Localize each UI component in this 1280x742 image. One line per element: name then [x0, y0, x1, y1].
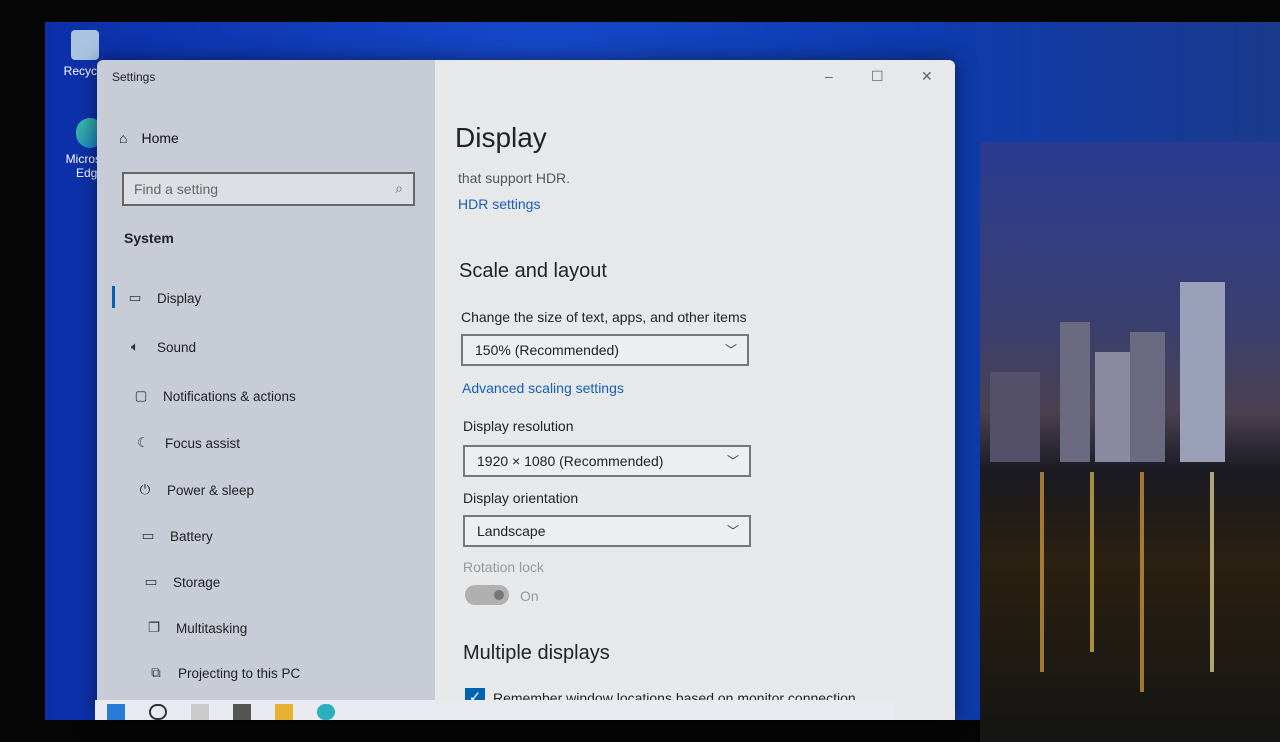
- search-icon[interactable]: [149, 704, 167, 720]
- resolution-label: Display resolution: [463, 418, 574, 434]
- orientation-dropdown[interactable]: Landscape ﹀: [463, 515, 751, 547]
- maximize-button[interactable]: ☐: [871, 68, 884, 85]
- close-button[interactable]: ✕: [921, 68, 933, 85]
- monitor-icon: ▭: [128, 290, 142, 305]
- multiple-displays-heading: Multiple displays: [463, 642, 610, 664]
- sidebar-item-notifications[interactable]: ▢ Notifications & actions: [133, 388, 296, 404]
- widgets-icon[interactable]: [233, 704, 251, 720]
- chevron-down-icon: ﹀: [724, 343, 737, 357]
- sidebar-item-battery[interactable]: ▭ Battery: [140, 528, 213, 544]
- battery-icon: ▭: [141, 528, 155, 543]
- sidebar-item-display[interactable]: ▭ Display: [127, 290, 202, 306]
- sidebar-item-projecting[interactable]: ⧉ Projecting to this PC: [148, 665, 300, 681]
- sidebar-home[interactable]: ⌂ Home: [119, 130, 179, 146]
- rotation-lock-label: Rotation lock: [463, 559, 544, 575]
- search-icon: ⌕: [395, 180, 403, 196]
- rotation-lock-toggle[interactable]: [465, 585, 509, 605]
- recycle-bin-icon: [71, 30, 99, 60]
- edge-icon[interactable]: [317, 704, 335, 720]
- page-title: Display: [455, 122, 547, 153]
- rotation-lock-state: On: [520, 588, 539, 604]
- hdr-settings-link[interactable]: HDR settings: [458, 196, 540, 212]
- chevron-down-icon: ﹀: [726, 524, 739, 538]
- hdr-text: that support HDR.: [458, 170, 571, 186]
- scale-dropdown[interactable]: 150% (Recommended) ﹀: [461, 334, 749, 366]
- section-heading: System: [124, 230, 174, 246]
- settings-window: Settings ⌂ Home Find a setting ⌕ System …: [97, 60, 955, 720]
- resolution-dropdown[interactable]: 1920 × 1080 (Recommended) ﹀: [463, 445, 751, 477]
- home-icon: ⌂: [119, 130, 128, 146]
- speaker-icon: 🔈︎: [130, 339, 140, 354]
- advanced-scaling-link[interactable]: Advanced scaling settings: [462, 380, 624, 396]
- scale-layout-heading: Scale and layout: [459, 260, 607, 282]
- orientation-label: Display orientation: [463, 490, 579, 506]
- multitasking-icon: ❐: [147, 620, 161, 635]
- moon-icon: ☾: [136, 435, 150, 450]
- notification-icon: ▢: [134, 388, 148, 403]
- storage-icon: ▭: [144, 574, 158, 589]
- display-content: – ☐ ✕ Display that support HDR. HDR sett…: [435, 60, 955, 720]
- sidebar-item-focus-assist[interactable]: ☾ Focus assist: [135, 435, 240, 451]
- projecting-icon: ⧉: [151, 665, 161, 680]
- sidebar-item-storage[interactable]: ▭ Storage: [143, 574, 221, 590]
- scale-label: Change the size of text, apps, and other…: [461, 309, 747, 325]
- search-input[interactable]: Find a setting ⌕: [122, 172, 415, 206]
- chevron-down-icon: ﹀: [726, 454, 739, 468]
- city-wallpaper: [980, 142, 1280, 742]
- selection-indicator: [112, 286, 115, 308]
- task-view-icon[interactable]: [191, 704, 209, 720]
- sidebar: Settings ⌂ Home Find a setting ⌕ System …: [97, 60, 435, 720]
- file-explorer-icon[interactable]: [275, 704, 293, 720]
- start-icon[interactable]: [107, 704, 125, 720]
- sidebar-item-power-sleep[interactable]: ⏻ Power & sleep: [137, 482, 254, 498]
- minimize-button[interactable]: –: [825, 68, 833, 84]
- window-title: Settings: [112, 70, 156, 84]
- sidebar-item-sound[interactable]: 🔈︎ Sound: [127, 339, 196, 355]
- taskbar: [95, 700, 895, 720]
- power-icon: ⏻: [139, 482, 151, 497]
- sidebar-item-multitasking[interactable]: ❐ Multitasking: [146, 620, 247, 636]
